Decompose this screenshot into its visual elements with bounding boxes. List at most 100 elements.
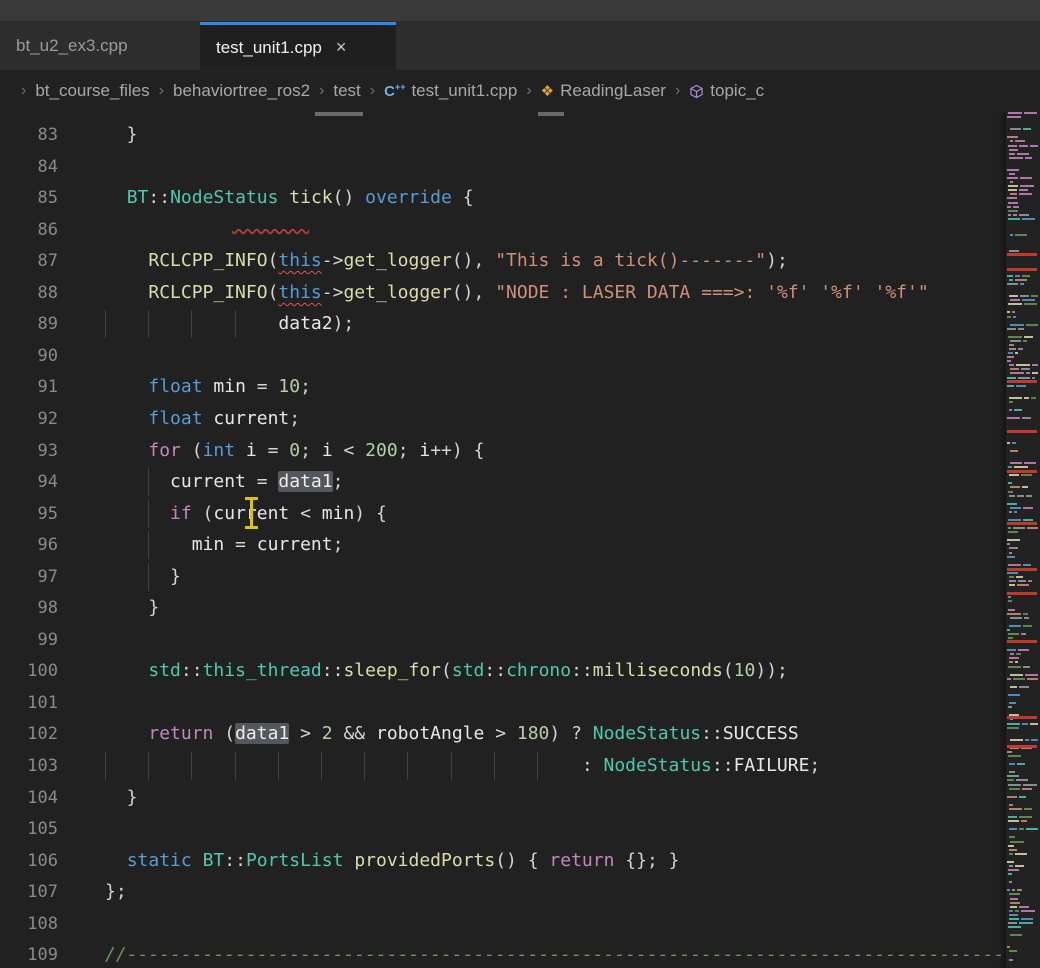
code-token: NodeStatus (604, 755, 712, 776)
code-token: providedPorts (354, 850, 495, 871)
line-number[interactable]: 97 (0, 562, 58, 593)
tab-label: bt_u2_ex3.cpp (16, 36, 128, 56)
code-line[interactable]: 86 (0, 214, 1006, 246)
line-number[interactable]: 84 (0, 152, 58, 183)
method-icon (689, 84, 704, 99)
code-line[interactable]: 101 (0, 687, 1006, 719)
indent-guide (494, 752, 495, 780)
breadcrumb-item-folder[interactable]: test (333, 81, 360, 101)
code-token: i (322, 440, 333, 461)
mouse-ibeam-cursor (250, 497, 253, 529)
line-number[interactable]: 93 (0, 436, 58, 467)
line-number[interactable]: 98 (0, 593, 58, 624)
minimap-error-highlight (1007, 745, 1037, 748)
code-line[interactable]: 97 } (0, 561, 1006, 593)
code-token (105, 282, 148, 303)
tab-label: test_unit1.cpp (216, 38, 322, 58)
indent-guide (105, 310, 106, 338)
line-number[interactable]: 88 (0, 278, 58, 309)
code-token: SUCCESS (723, 723, 799, 744)
code-line[interactable]: 89 data2); (0, 308, 1006, 340)
line-number[interactable]: 94 (0, 467, 58, 498)
line-number[interactable]: 99 (0, 625, 58, 656)
code-line[interactable]: 109 //-----------------------------------… (0, 939, 1006, 968)
code-line[interactable]: 105 (0, 813, 1006, 845)
editor-tab-strip: bt_u2_ex3.cpp test_unit1.cpp × (0, 22, 1040, 70)
code-token (105, 187, 127, 208)
code-token: this_thread (203, 660, 322, 681)
line-number[interactable]: 89 (0, 309, 58, 340)
code-token: NodeStatus (170, 187, 278, 208)
code-line[interactable]: 83 } (0, 119, 1006, 151)
code-line[interactable]: 106 static BT::PortsList providedPorts()… (0, 845, 1006, 877)
code-line[interactable]: 100 std::this_thread::sleep_for(std::chr… (0, 655, 1006, 687)
line-number[interactable]: 86 (0, 215, 58, 246)
code-line[interactable]: 85 BT::NodeStatus tick() override { (0, 182, 1006, 214)
indent-guide (148, 563, 149, 591)
indent-guide (235, 310, 236, 338)
code-line[interactable]: 103 : NodeStatus::FAILURE; (0, 750, 1006, 782)
tab-test-unit1[interactable]: test_unit1.cpp × (200, 22, 396, 70)
breadcrumb-item-folder[interactable]: bt_course_files (35, 81, 149, 101)
line-number[interactable]: 106 (0, 846, 58, 877)
line-number[interactable]: 108 (0, 909, 58, 940)
breadcrumb-item-class[interactable]: ❖ ReadingLaser (541, 81, 666, 101)
line-number[interactable]: 90 (0, 341, 58, 372)
code-token: BT (127, 187, 149, 208)
code-editor[interactable]: ~~~~~~ 83 }8485 BT::NodeStatus tick() ov… (0, 112, 1040, 968)
code-token: ) ? (549, 723, 592, 744)
code-line[interactable]: 90 (0, 340, 1006, 372)
code-line[interactable]: 87 RCLCPP_INFO(this->get_logger(), "This… (0, 245, 1006, 277)
breadcrumb-item-folder[interactable]: behaviortree_ros2 (173, 81, 310, 101)
code-line[interactable]: 108 (0, 908, 1006, 940)
code-line[interactable]: 98 } (0, 592, 1006, 624)
line-number[interactable]: 91 (0, 372, 58, 403)
code-token: if (170, 503, 192, 524)
code-token: :: (571, 660, 593, 681)
code-token: :: (224, 850, 246, 871)
minimap-error-highlight (1007, 470, 1037, 473)
line-number[interactable]: 95 (0, 499, 58, 530)
line-number[interactable]: 83 (0, 120, 58, 151)
code-line[interactable]: 95 if (current < min) { (0, 498, 1006, 530)
code-line[interactable]: 104 } (0, 782, 1006, 814)
line-number[interactable]: 101 (0, 688, 58, 719)
code-line[interactable]: 93 for (int i = 0; i < 200; i++) { (0, 435, 1006, 467)
line-number[interactable]: 103 (0, 751, 58, 782)
breadcrumb-item-method[interactable]: topic_c (689, 81, 764, 101)
code-token: :: (181, 660, 203, 681)
code-line[interactable]: 94 current = data1; (0, 466, 1006, 498)
minimap-error-highlight (1007, 380, 1037, 383)
code-token: 2 (322, 723, 333, 744)
line-number[interactable]: 87 (0, 246, 58, 277)
minimap[interactable] (1006, 112, 1040, 968)
code-line[interactable]: 107}; (0, 876, 1006, 908)
line-number[interactable]: 107 (0, 877, 58, 908)
code-line[interactable]: 84 (0, 151, 1006, 183)
line-number[interactable]: 92 (0, 404, 58, 435)
code-line[interactable]: 88 RCLCPP_INFO(this->get_logger(), "NODE… (0, 277, 1006, 309)
code-token: "This is a tick()-------" (495, 250, 766, 271)
line-number[interactable]: 105 (0, 814, 58, 845)
code-line[interactable]: 102 return (data1 > 2 && robotAngle > 18… (0, 718, 1006, 750)
code-token: 10 (278, 376, 300, 397)
code-line[interactable]: 96 min = current; (0, 529, 1006, 561)
code-line[interactable]: 92 float current; (0, 403, 1006, 435)
code-line[interactable]: 99 (0, 624, 1006, 656)
line-number[interactable]: 109 (0, 940, 58, 968)
line-number[interactable]: 104 (0, 783, 58, 814)
code-token: tick (289, 187, 332, 208)
code-line[interactable]: 91 float min = 10; (0, 371, 1006, 403)
line-number[interactable]: 96 (0, 530, 58, 561)
line-number[interactable]: 102 (0, 719, 58, 750)
code-token: //--------------------------------------… (105, 944, 1006, 965)
code-token (105, 660, 148, 681)
line-number[interactable]: 85 (0, 183, 58, 214)
tab-bt-u2-ex3[interactable]: bt_u2_ex3.cpp (0, 22, 200, 70)
close-icon[interactable]: × (336, 37, 347, 58)
line-number[interactable]: 100 (0, 656, 58, 687)
indent-guide (191, 752, 192, 780)
code-token: float (148, 408, 202, 429)
breadcrumb-item-file[interactable]: C++ test_unit1.cpp (384, 81, 517, 101)
code-token (278, 187, 289, 208)
